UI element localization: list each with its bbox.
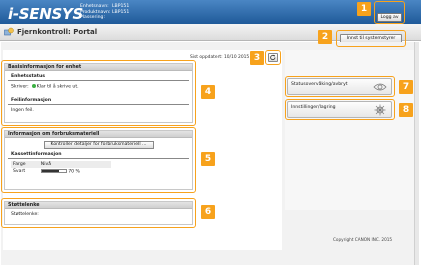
last-updated-text: Sist oppdatert: 10/10 2015 <box>190 55 250 60</box>
vertical-scrollbar[interactable] <box>414 42 419 265</box>
callout-badge-7: 7 <box>399 80 413 94</box>
portal-icon <box>4 27 14 36</box>
callout-ring-refresh <box>265 50 281 65</box>
callout-badge-1: 1 <box>357 2 371 16</box>
location-label: Plassering: <box>80 15 106 21</box>
callout-badge-5: 5 <box>201 152 215 166</box>
callout-ring-basic-info <box>1 60 196 126</box>
callout-badge-3: 3 <box>250 51 264 65</box>
callout-ring-status-monitor <box>285 76 395 97</box>
callout-badge-6: 6 <box>201 205 215 219</box>
callout-ring-system-manager <box>336 30 406 47</box>
copyright-text: Copyright CANON INC. 2015 <box>333 237 393 242</box>
brand-logo: i-SENSYS <box>8 5 84 23</box>
side-menu-panel <box>285 50 417 210</box>
callout-ring-consumables <box>1 127 196 193</box>
product-name-value: LBP151 <box>112 9 130 15</box>
callout-badge-8: 8 <box>399 103 413 117</box>
page-title: Fjernkontroll: Portal <box>17 28 98 36</box>
device-info: Enhetsnavn: LBP151 Produktnavn: LBP151 Pla… <box>80 4 129 21</box>
callout-badge-2: 2 <box>318 30 332 44</box>
callout-ring-settings <box>285 99 395 120</box>
callout-ring-logout <box>374 1 405 24</box>
callout-badge-4: 4 <box>201 85 215 99</box>
callout-ring-support <box>1 198 196 228</box>
